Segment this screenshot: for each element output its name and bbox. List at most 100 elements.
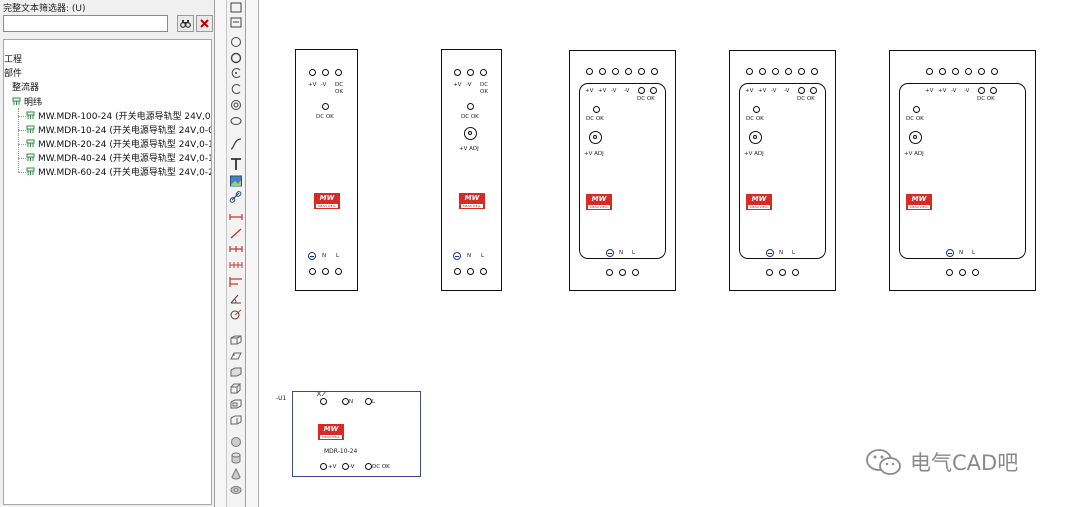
meanwell-logo: MW MEAN WELL bbox=[586, 194, 612, 210]
schematic-symbol[interactable]: N L MW MEAN WELL MDR-10-24 +V -V DC OK bbox=[292, 390, 421, 477]
potentiometer-icon bbox=[749, 131, 762, 144]
terminal bbox=[632, 269, 639, 276]
pin-label: N bbox=[349, 399, 354, 405]
meanwell-logo: MW MEAN WELL bbox=[459, 193, 485, 209]
3d-shell-icon[interactable] bbox=[229, 398, 243, 410]
part-icon bbox=[26, 139, 35, 147]
terminal-label: DC bbox=[480, 82, 489, 88]
terminal-label: OK bbox=[335, 89, 343, 95]
cone-icon[interactable] bbox=[229, 468, 243, 480]
aligned-dimension-icon[interactable] bbox=[229, 227, 243, 239]
terminal-label: N bbox=[619, 250, 624, 256]
power-supply-outline[interactable]: +V +V -V -V DC OK DC OK +V ADJ MW MEAN WE… bbox=[889, 50, 1036, 291]
3d-prism-icon[interactable] bbox=[229, 350, 243, 362]
led-label: DC OK bbox=[746, 116, 764, 122]
meanwell-logo: MW MEAN WELL bbox=[906, 194, 932, 210]
angular-dimension-icon[interactable] bbox=[229, 292, 243, 304]
terminal-label: DC bbox=[335, 82, 344, 88]
terminal-label: N bbox=[779, 250, 784, 256]
terminal-label: N bbox=[959, 250, 964, 256]
filter-label: 完整文本筛选器: (U) bbox=[3, 4, 86, 14]
terminal bbox=[759, 68, 766, 75]
rectangle-tool-icon[interactable] bbox=[229, 2, 243, 14]
circle-3pt-tool-icon[interactable] bbox=[229, 52, 243, 64]
hyperlink-tool-icon[interactable] bbox=[229, 190, 243, 204]
front-panel: +V +V -V -V DC OK DC OK +V ADJ MW MEAN WE… bbox=[579, 83, 666, 259]
cylinder-icon[interactable] bbox=[229, 452, 243, 464]
spline-tool-icon[interactable] bbox=[229, 137, 243, 151]
tree-node-root[interactable]: 工程 bbox=[4, 55, 22, 66]
3d-box-icon[interactable] bbox=[229, 334, 243, 346]
terminal-label: +V bbox=[598, 88, 607, 94]
terminal bbox=[638, 68, 645, 75]
led bbox=[978, 87, 985, 94]
filter-clear-button[interactable] bbox=[196, 15, 213, 32]
tree-item-part[interactable]: MW.MDR-100-24 (开关电源导轨型 24V,0-4A bbox=[26, 111, 211, 123]
terminal-label: L bbox=[972, 250, 976, 256]
tree-node-manufacturer[interactable]: 明纬 bbox=[12, 97, 42, 109]
baseline-dimension-icon[interactable] bbox=[229, 276, 243, 288]
terminal bbox=[779, 269, 786, 276]
radius-dimension-icon[interactable] bbox=[229, 308, 243, 320]
terminal-label: -V bbox=[771, 88, 777, 94]
tree-item-part[interactable]: MW.MDR-20-24 (开关电源导轨型 24V,0-1A bbox=[26, 139, 211, 151]
terminal-label: -V bbox=[611, 88, 617, 94]
frame-tool-icon[interactable] bbox=[229, 17, 243, 29]
meanwell-logo: MW MEAN WELL bbox=[746, 194, 772, 210]
power-supply-outline[interactable]: +V +V -V -V DC OK DC OK +V ADJ MW MEAN WE… bbox=[729, 50, 836, 291]
terminal bbox=[454, 268, 461, 275]
power-supply-outline[interactable]: +V -V DC OK DC OK MW MEAN WELL N L bbox=[295, 49, 358, 291]
splitter[interactable] bbox=[246, 0, 259, 507]
terminal bbox=[785, 68, 792, 75]
tree-item-part[interactable]: MW.MDR-40-24 (开关电源导轨型 24V,0-1.7A bbox=[26, 153, 211, 165]
earth-icon bbox=[308, 252, 316, 260]
wechat-icon bbox=[866, 449, 901, 475]
circle-tool-icon[interactable] bbox=[229, 36, 243, 48]
arc-tool-icon[interactable] bbox=[229, 67, 243, 79]
linear-dimension-icon[interactable] bbox=[229, 212, 243, 222]
terminal bbox=[746, 68, 753, 75]
tree-item-part[interactable]: MW.MDR-60-24 (开关电源导轨型 24V,0-2.5A bbox=[26, 167, 211, 179]
ellipse-tool-icon[interactable] bbox=[229, 115, 243, 127]
sector-tool-icon[interactable] bbox=[229, 99, 243, 111]
splitter[interactable] bbox=[215, 0, 227, 507]
terminal-label: -V bbox=[321, 82, 327, 88]
text-tool-icon[interactable] bbox=[229, 157, 243, 171]
terminal bbox=[309, 69, 316, 76]
filter-input[interactable] bbox=[3, 15, 168, 32]
sphere-icon[interactable] bbox=[229, 436, 243, 448]
filter-search-button[interactable] bbox=[177, 15, 194, 32]
led bbox=[753, 106, 760, 113]
pot-label: +V ADJ bbox=[584, 151, 604, 157]
power-supply-outline[interactable]: +V -V DC OK DC OK +V ADJ MW MEAN WELL N L bbox=[441, 49, 502, 291]
terminal bbox=[335, 268, 342, 275]
pin-label: DC OK bbox=[372, 464, 390, 470]
meanwell-logo: MW MEAN WELL bbox=[314, 193, 340, 209]
tree-node-category[interactable]: 整流器 bbox=[12, 83, 39, 94]
image-tool-icon[interactable] bbox=[229, 174, 243, 188]
terminal bbox=[798, 68, 805, 75]
led-label: DC OK bbox=[797, 96, 815, 102]
tree-item-part[interactable]: MW.MDR-10-24 (开关电源导轨型 24V,0-0.42 bbox=[26, 125, 211, 137]
terminal-label: +V bbox=[938, 88, 947, 94]
drawing-canvas[interactable]: +V -V DC OK DC OK MW MEAN WELL N L +V -V … bbox=[259, 0, 1080, 507]
tree-connector bbox=[18, 108, 19, 172]
potentiometer-icon bbox=[589, 131, 602, 144]
torus-icon[interactable] bbox=[229, 484, 243, 496]
potentiometer-icon bbox=[909, 131, 922, 144]
tree-node-parts[interactable]: 部件 bbox=[4, 69, 22, 80]
arc-3pt-tool-icon[interactable] bbox=[229, 83, 243, 95]
terminal-label: -V bbox=[466, 82, 472, 88]
watermark-text: 电气CAD吧 bbox=[910, 451, 1019, 475]
3d-extrude-icon[interactable] bbox=[229, 382, 243, 394]
3d-section-icon[interactable] bbox=[229, 414, 243, 426]
led-label: DC OK bbox=[977, 96, 995, 102]
pin-label: L bbox=[372, 399, 376, 405]
pot-label: +V ADJ bbox=[459, 146, 479, 152]
3d-rotate-icon[interactable] bbox=[229, 366, 243, 378]
terminal-label: -V bbox=[951, 88, 957, 94]
led bbox=[593, 106, 600, 113]
power-supply-outline[interactable]: +V +V -V -V DC OK DC OK +V ADJ MW MEAN WE… bbox=[569, 50, 676, 291]
incremental-dimension-icon[interactable] bbox=[229, 260, 243, 270]
chain-dimension-icon[interactable] bbox=[229, 244, 243, 254]
